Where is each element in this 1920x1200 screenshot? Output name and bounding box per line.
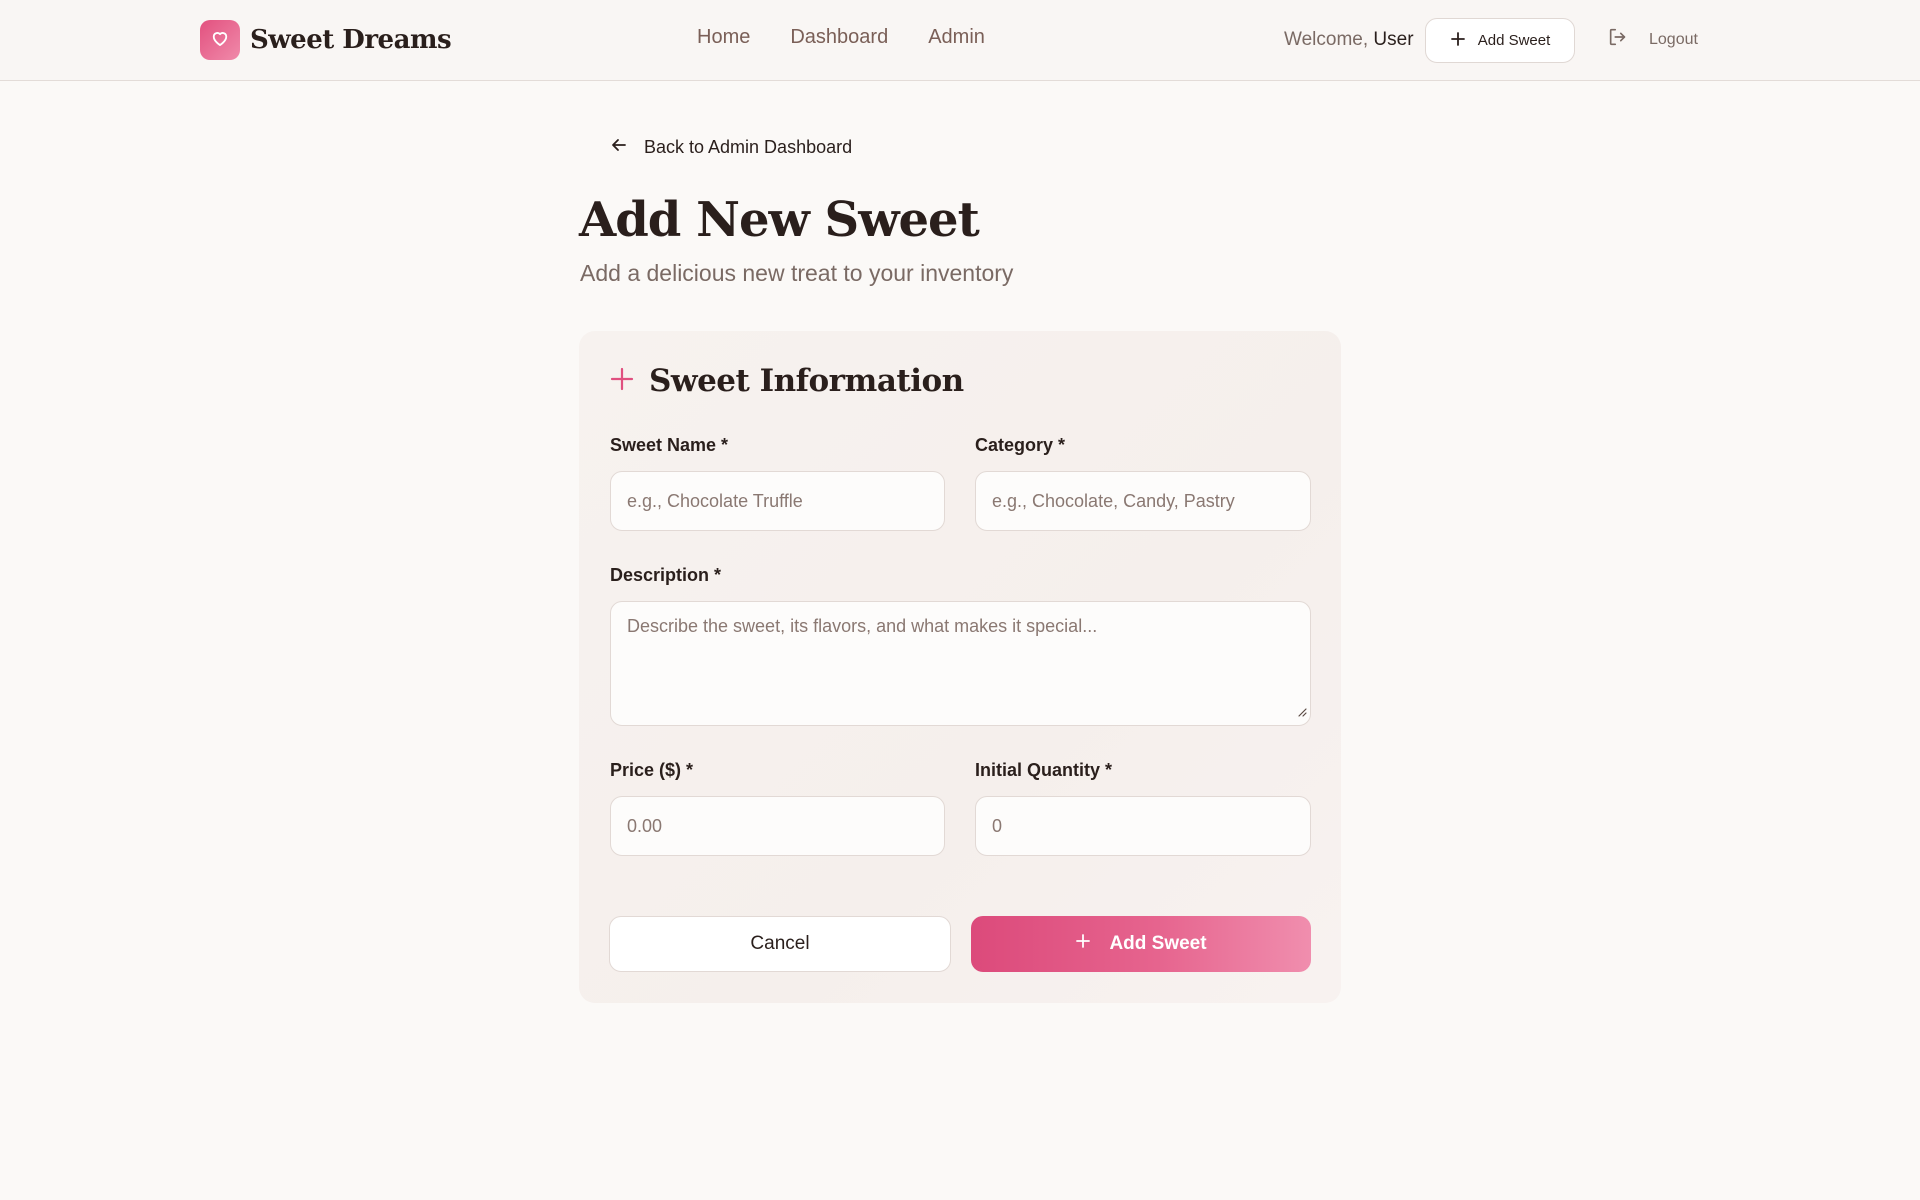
sweet-name-field[interactable] (610, 471, 945, 531)
cancel-button[interactable]: Cancel (609, 916, 951, 972)
nav-link-home[interactable]: Home (697, 26, 750, 49)
sweet-name-input[interactable] (627, 490, 928, 512)
heart-icon (210, 28, 230, 53)
resize-handle-icon[interactable] (1297, 704, 1307, 722)
card-header: Sweet Information (609, 363, 964, 399)
page-subtitle: Add a delicious new treat to your invent… (580, 260, 1014, 286)
nav-link-admin[interactable]: Admin (928, 26, 985, 49)
category-label: Category * (975, 435, 1066, 455)
welcome-prefix: Welcome, (1284, 29, 1369, 50)
description-field[interactable] (610, 601, 1311, 726)
brand[interactable]: Sweet Dreams (200, 20, 452, 60)
add-sweet-submit-label: Add Sweet (1109, 933, 1207, 954)
price-label: Price ($) * (610, 760, 694, 780)
back-link-label: Back to Admin Dashboard (644, 137, 853, 157)
plus-icon (1450, 31, 1466, 51)
header-add-sweet-button[interactable]: Add Sweet (1425, 18, 1575, 63)
brand-logo (200, 20, 240, 60)
description-textarea[interactable] (627, 616, 1294, 711)
logout-label: Logout (1649, 30, 1698, 48)
user-name: User (1373, 29, 1414, 50)
logout-button[interactable]: Logout (1607, 26, 1698, 53)
brand-name: Sweet Dreams (250, 25, 452, 55)
sweet-form-card: Sweet Information Sweet Name * Category … (579, 331, 1341, 1003)
back-to-admin-link[interactable]: Back to Admin Dashboard (610, 136, 852, 159)
plus-icon (1075, 933, 1091, 955)
main-nav: Home Dashboard Admin (697, 26, 985, 49)
price-field[interactable] (610, 796, 945, 856)
nav-link-dashboard[interactable]: Dashboard (790, 26, 888, 49)
add-sweet-submit-button[interactable]: Add Sweet (971, 916, 1311, 972)
logout-icon (1607, 26, 1629, 53)
category-input[interactable] (992, 490, 1294, 512)
top-navigation-bar: Sweet Dreams Home Dashboard Admin Welcom… (0, 0, 1920, 81)
arrow-left-icon (610, 136, 628, 159)
sweet-name-label: Sweet Name * (610, 435, 729, 455)
page-title: Add New Sweet (579, 192, 980, 248)
card-title: Sweet Information (649, 363, 964, 399)
welcome-message: Welcome, User (1284, 29, 1414, 51)
quantity-input[interactable] (992, 815, 1294, 837)
quantity-label: Initial Quantity * (975, 760, 1113, 780)
category-field[interactable] (975, 471, 1311, 531)
plus-icon (609, 366, 635, 397)
price-input[interactable] (627, 815, 928, 837)
description-label: Description * (610, 565, 722, 585)
quantity-field[interactable] (975, 796, 1311, 856)
header-add-sweet-label: Add Sweet (1477, 32, 1551, 49)
